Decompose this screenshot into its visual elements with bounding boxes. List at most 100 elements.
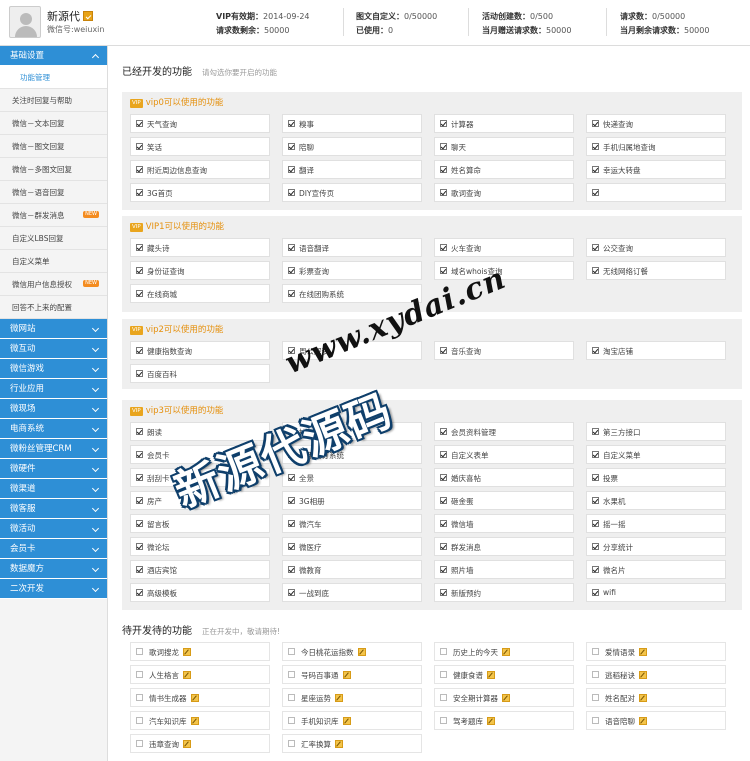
feature-item[interactable]: 身份证查询 (130, 261, 270, 280)
feature-item[interactable]: 婚庆喜帖 (434, 468, 574, 487)
edit-icon[interactable] (639, 648, 647, 656)
feature-item[interactable]: 健康指数查询 (130, 341, 270, 360)
feature-item[interactable] (586, 183, 726, 202)
feature-item[interactable]: 天气查询 (130, 114, 270, 133)
feature-checkbox[interactable] (136, 120, 143, 127)
feature-checkbox[interactable] (136, 497, 143, 504)
edit-icon[interactable] (487, 671, 495, 679)
sidebar-item[interactable]: 二次开发 (0, 579, 107, 599)
sidebar-item-basic-settings[interactable]: 基础设置 (0, 46, 107, 66)
feature-checkbox[interactable] (136, 428, 143, 435)
feature-checkbox[interactable] (440, 120, 447, 127)
sidebar-subitem[interactable]: 自定义菜单 (0, 250, 107, 273)
sidebar-subitem[interactable]: 回答不上来的配置 (0, 296, 107, 319)
feature-item[interactable]: 火车查询 (434, 238, 574, 257)
feature-checkbox[interactable] (440, 589, 447, 596)
feature-checkbox[interactable] (592, 543, 599, 550)
feature-checkbox[interactable] (592, 166, 599, 173)
feature-checkbox[interactable] (440, 143, 447, 150)
feature-checkbox[interactable] (136, 244, 143, 251)
feature-item[interactable]: 朗读 (130, 422, 270, 441)
feature-item[interactable]: 陪聊 (282, 137, 422, 156)
feature-checkbox[interactable] (136, 370, 143, 377)
feature-item[interactable]: 在线商城 (130, 284, 270, 303)
edit-icon[interactable] (639, 717, 647, 725)
sidebar-subitem[interactable]: 微信－文本回复 (0, 112, 107, 135)
feature-checkbox[interactable] (440, 244, 447, 251)
feature-checkbox[interactable] (592, 267, 599, 274)
feature-item[interactable]: 彩票查询 (282, 261, 422, 280)
edit-icon[interactable] (190, 717, 199, 725)
feature-checkbox[interactable] (288, 143, 295, 150)
sidebar-item[interactable]: 微硬件 (0, 459, 107, 479)
feature-item[interactable]: 淘宝店铺 (586, 341, 726, 360)
feature-checkbox[interactable] (440, 543, 447, 550)
edit-icon[interactable] (335, 740, 343, 748)
feature-item[interactable]: 自定义表单 (434, 445, 574, 464)
feature-checkbox[interactable] (440, 267, 447, 274)
feature-item[interactable]: 音乐查询 (434, 341, 574, 360)
feature-item[interactable]: 摇一摇 (586, 514, 726, 533)
sidebar-item[interactable]: 微现场 (0, 399, 107, 419)
feature-checkbox[interactable] (592, 589, 599, 596)
feature-item[interactable]: 酒店宾馆 (130, 560, 270, 579)
feature-item[interactable]: 微教育 (282, 560, 422, 579)
feature-item[interactable]: 3G首页 (130, 183, 270, 202)
feature-item[interactable]: 翻译 (282, 160, 422, 179)
feature-checkbox[interactable] (288, 267, 295, 274)
feature-item[interactable]: 房产 (130, 491, 270, 510)
sidebar-subitem[interactable]: 功能管理 (0, 66, 107, 89)
feature-checkbox[interactable] (440, 347, 447, 354)
edit-icon[interactable] (342, 671, 351, 679)
feature-item[interactable]: 姓名算命 (434, 160, 574, 179)
sidebar-subitem[interactable]: 微信－群发消息 NEW (0, 204, 107, 227)
sidebar-item[interactable]: 行业应用 (0, 379, 107, 399)
sidebar-subitem[interactable]: 关注时回复与帮助 (0, 89, 107, 112)
feature-checkbox[interactable] (592, 347, 599, 354)
feature-item[interactable]: 抽奖 (282, 422, 422, 441)
sidebar-item[interactable]: 微互动 (0, 339, 107, 359)
feature-checkbox[interactable] (288, 166, 295, 173)
sidebar-item[interactable]: 微渠道 (0, 479, 107, 499)
edit-icon[interactable] (335, 694, 343, 702)
feature-item[interactable]: 留言板 (130, 514, 270, 533)
feature-item[interactable]: 3G相册 (282, 491, 422, 510)
feature-item[interactable]: 计算器 (434, 114, 574, 133)
feature-checkbox[interactable] (136, 347, 143, 354)
sidebar-item[interactable]: 微活动 (0, 519, 107, 539)
feature-item[interactable]: 幸运大转盘 (586, 160, 726, 179)
feature-checkbox[interactable] (288, 120, 295, 127)
sidebar-item[interactable]: 会员卡 (0, 539, 107, 559)
feature-item[interactable]: 在线团购系统 (282, 284, 422, 303)
feature-item[interactable]: 手机归属地查询 (586, 137, 726, 156)
feature-item[interactable]: DIY宣传页 (282, 183, 422, 202)
feature-checkbox[interactable] (440, 520, 447, 527)
sidebar-item[interactable]: 微信游戏 (0, 359, 107, 379)
feature-checkbox[interactable] (440, 474, 447, 481)
sidebar-subitem[interactable]: 微信－语音回复 (0, 181, 107, 204)
feature-item[interactable]: 新版预约 (434, 583, 574, 602)
feature-checkbox[interactable] (288, 347, 295, 354)
edit-icon[interactable] (83, 11, 93, 21)
feature-checkbox[interactable] (288, 543, 295, 550)
feature-item[interactable]: 砸金蛋 (434, 491, 574, 510)
edit-icon[interactable] (183, 671, 191, 679)
feature-checkbox[interactable] (440, 189, 447, 196)
feature-item[interactable]: 微论坛 (130, 537, 270, 556)
feature-item[interactable]: 刮刮卡 (130, 468, 270, 487)
feature-checkbox[interactable] (440, 428, 447, 435)
sidebar-item[interactable]: 微粉丝管理CRM (0, 439, 107, 459)
edit-icon[interactable] (639, 694, 647, 702)
feature-checkbox[interactable] (136, 589, 143, 596)
edit-icon[interactable] (342, 717, 351, 725)
feature-item[interactable]: 百度百科 (130, 364, 270, 383)
sidebar-subitem[interactable]: 微信－多图文回复 (0, 158, 107, 181)
feature-item[interactable]: 微医疗 (282, 537, 422, 556)
feature-checkbox[interactable] (288, 520, 295, 527)
feature-checkbox[interactable] (592, 244, 599, 251)
feature-checkbox[interactable] (136, 451, 143, 458)
feature-checkbox[interactable] (288, 497, 295, 504)
sidebar-item[interactable]: 电商系统 (0, 419, 107, 439)
feature-checkbox[interactable] (592, 566, 599, 573)
feature-item[interactable]: 会员资料管理 (434, 422, 574, 441)
